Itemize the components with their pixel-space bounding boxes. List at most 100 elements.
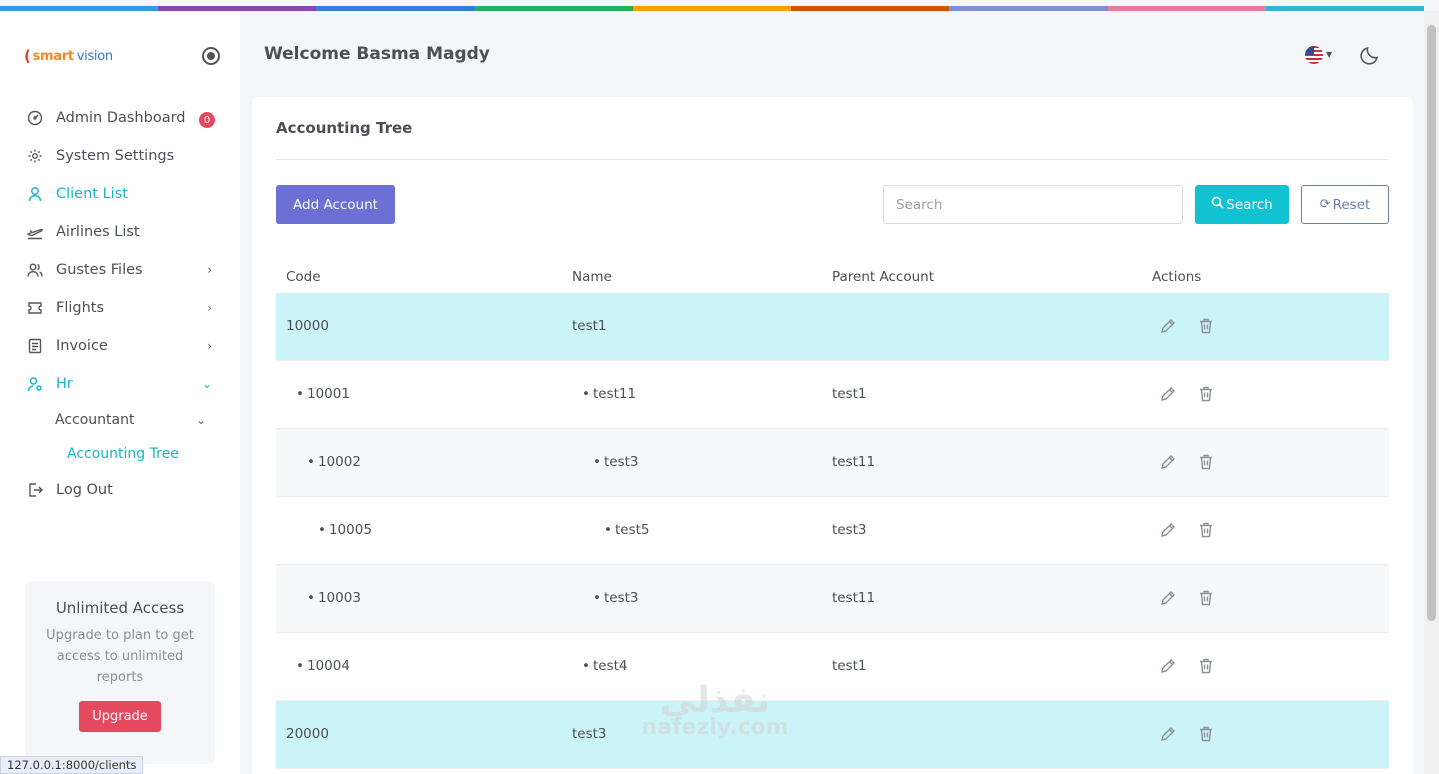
sidebar-item-label: Hr	[56, 376, 73, 392]
delete-trash-icon[interactable]	[1197, 657, 1217, 677]
stripe-segment	[474, 6, 633, 11]
logo-mark: (	[24, 47, 31, 65]
edit-pencil-icon[interactable]	[1159, 385, 1179, 405]
sidebar-item-gustes-files[interactable]: Gustes Files ›	[0, 251, 240, 289]
brand-logo[interactable]: ( smart vision	[24, 47, 113, 65]
sidebar-item-invoice[interactable]: Invoice ›	[0, 327, 240, 365]
sidebar-item-label: Invoice	[56, 338, 108, 354]
cell-name: test1	[572, 318, 607, 334]
sidebar-item-client-list[interactable]: Client List	[0, 175, 240, 213]
stripe-segment	[632, 6, 792, 11]
chevron-right-icon: ›	[207, 263, 212, 277]
cell-name: test5	[604, 522, 650, 538]
sidebar-item-label: System Settings	[56, 148, 175, 164]
cell-code: 10004	[296, 658, 350, 674]
divider	[276, 159, 1389, 160]
delete-trash-icon[interactable]	[1197, 589, 1217, 609]
search-button-label: Search	[1226, 196, 1273, 213]
cell-code: 10002	[307, 454, 361, 470]
cell-parent: test3	[832, 522, 867, 538]
delete-trash-icon[interactable]	[1197, 521, 1217, 541]
cell-name: test3	[572, 726, 607, 742]
sidebar-item-airlines-list[interactable]: Airlines List	[0, 213, 240, 251]
table-row: 10003 test3 test11	[276, 565, 1389, 633]
cell-parent: test1	[832, 658, 867, 674]
table-row: 20000 test3	[276, 701, 1389, 769]
reset-button[interactable]: ⟳ Reset	[1301, 185, 1389, 224]
cell-code: 10001	[296, 386, 350, 402]
refresh-icon: ⟳	[1319, 197, 1331, 212]
edit-pencil-icon[interactable]	[1159, 657, 1179, 677]
upgrade-card-title: Unlimited Access	[55, 599, 185, 617]
cell-code: 20000	[286, 726, 329, 742]
stripe-segment	[316, 6, 475, 11]
delete-trash-icon[interactable]	[1197, 453, 1217, 473]
upgrade-card: Unlimited Access Upgrade to plan to get …	[25, 581, 215, 764]
delete-trash-icon[interactable]	[1197, 385, 1217, 405]
stripe-segment	[1265, 6, 1424, 11]
sidebar-item-label: Flights	[56, 300, 105, 316]
delete-trash-icon[interactable]	[1197, 317, 1217, 337]
edit-pencil-icon[interactable]	[1159, 317, 1179, 337]
welcome-message: Welcome Basma Magdy	[264, 44, 490, 64]
logo-text-smart: smart	[32, 48, 74, 64]
user-icon	[27, 186, 43, 202]
sidebar-item-admin-dashboard[interactable]: Admin Dashboard 0	[0, 99, 240, 137]
column-header-name: Name	[572, 269, 612, 285]
gear-icon	[27, 148, 43, 164]
cell-parent: test11	[832, 590, 876, 606]
table-row: 10002 test3 test11	[276, 429, 1389, 497]
sidebar-subitem-label: Accountant	[55, 412, 135, 428]
ticket-icon	[27, 300, 43, 316]
cell-parent: test1	[832, 386, 867, 402]
sidebar-item-hr[interactable]: Hr ⌄	[0, 365, 240, 403]
sidebar-item-label: Log Out	[56, 482, 113, 498]
us-flag-icon[interactable]	[1305, 46, 1323, 64]
edit-pencil-icon[interactable]	[1159, 453, 1179, 473]
search-input[interactable]	[883, 185, 1183, 224]
status-bar-url: 127.0.0.1:8000/clients	[0, 756, 144, 774]
chevron-right-icon: ›	[207, 339, 212, 353]
sidebar-subitem-accountant[interactable]: Accountant ⌄	[0, 403, 240, 437]
edit-pencil-icon[interactable]	[1159, 521, 1179, 541]
cell-code: 10003	[307, 590, 361, 606]
sidebar-item-label: Gustes Files	[56, 262, 143, 278]
sidebar-subitem-accounting-tree[interactable]: Accounting Tree	[0, 437, 240, 471]
cell-name: test3	[593, 590, 639, 606]
accounting-tree-card: Accounting Tree Add Account Search ⟳ Res…	[252, 97, 1413, 774]
add-account-button[interactable]: Add Account	[276, 185, 395, 224]
cell-code: 10005	[318, 522, 372, 538]
search-button[interactable]: Search	[1195, 185, 1289, 224]
sidebar-item-system-settings[interactable]: System Settings	[0, 137, 240, 175]
moon-icon[interactable]	[1359, 44, 1381, 66]
edit-pencil-icon[interactable]	[1159, 589, 1179, 609]
cell-parent: test11	[832, 454, 876, 470]
airplane-icon	[27, 224, 43, 240]
table-row: 10005 test5 test3	[276, 497, 1389, 565]
column-header-parent-account: Parent Account	[832, 269, 935, 285]
sidebar-toggle-icon[interactable]	[202, 47, 220, 65]
users-icon	[27, 262, 43, 278]
user-settings-icon	[27, 376, 43, 392]
sidebar-item-flights[interactable]: Flights ›	[0, 289, 240, 327]
logo-text-vision: vision	[76, 48, 113, 64]
document-icon	[27, 338, 43, 354]
table-row: 10000 test1	[276, 293, 1389, 361]
sidebar-item-logout[interactable]: Log Out	[0, 471, 240, 509]
caret-down-icon[interactable]: ▼	[1326, 50, 1332, 59]
logout-icon	[27, 482, 43, 498]
table-row: 10001 test11 test1	[276, 361, 1389, 429]
column-header-actions: Actions	[1152, 269, 1202, 285]
page-scrollbar-thumb[interactable]	[1427, 25, 1436, 621]
page-title: Accounting Tree	[276, 119, 413, 137]
dashboard-gauge-icon	[27, 110, 43, 126]
delete-trash-icon[interactable]	[1197, 725, 1217, 745]
cell-code: 10000	[286, 318, 329, 334]
upgrade-button[interactable]: Upgrade	[79, 701, 161, 732]
sidebar: ( smart vision Admin Dashboard 0 System …	[0, 11, 240, 774]
chevron-down-icon: ⌄	[195, 413, 206, 427]
cell-name: test4	[582, 658, 628, 674]
edit-pencil-icon[interactable]	[1159, 725, 1179, 745]
table-row: 10004 test4 test1	[276, 633, 1389, 701]
sidebar-subitem-label: Accounting Tree	[67, 446, 179, 462]
